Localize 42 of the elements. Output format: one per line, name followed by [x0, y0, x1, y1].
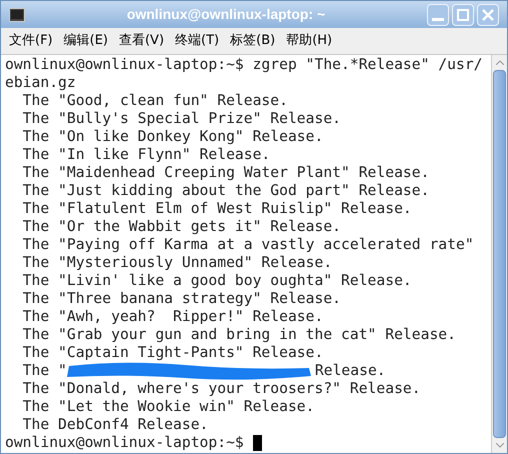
terminal-line: ownlinux@ownlinux-laptop:~$: [5, 434, 245, 452]
scroll-down-icon: [496, 443, 504, 448]
terminal-line: The "Donald, where's your troosers?" Release.: [22, 380, 421, 398]
terminal-line: The "Just kidding about the God part" Release.: [22, 182, 430, 200]
terminal-line: The "Or the Wabbit gets it" Release.: [22, 218, 342, 236]
terminal-line: ownlinux@ownlinux-laptop:~$ zgrep "The.*Release" /usr/: [5, 56, 483, 74]
terminal-line: The ": [22, 362, 67, 380]
close-icon: [482, 8, 494, 20]
text-cursor: [252, 435, 262, 451]
terminal-line: The "Grab your gun and bring in the cat" Release.: [22, 326, 456, 344]
terminal-line: The "Three banana strategy" Release.: [22, 290, 342, 308]
terminal-line: The "Flatulent Elm of West Ruislip" Release.: [22, 200, 412, 218]
scrollbar[interactable]: [491, 55, 507, 453]
terminal-line: ebian.gz: [5, 74, 76, 92]
terminal-line: The "Captain Tight-Pants" Release.: [22, 344, 324, 362]
terminal-line: The "Livin' like a good boy oughta" Release.: [22, 272, 412, 290]
window-title: ownlinux@ownlinux-laptop: ~: [126, 5, 326, 24]
minimize-icon: [432, 18, 444, 20]
terminal-line: The "On like Donkey Kong" Release.: [22, 128, 324, 146]
terminal-line: The "Mysteriously Unnamed" Release.: [22, 254, 332, 272]
minimize-button[interactable]: [427, 4, 449, 26]
menu-item[interactable]: 查看(V): [118, 31, 164, 51]
scroll-up-icon: [496, 60, 504, 65]
terminal-line: The "In like Flynn" Release.: [22, 146, 270, 164]
menu-item[interactable]: 编辑(E): [64, 31, 108, 51]
scrollbar-thumb[interactable]: [493, 70, 506, 438]
menu-item[interactable]: 终端(T): [175, 31, 220, 51]
terminal-icon: [9, 8, 25, 22]
maximize-button[interactable]: [452, 4, 474, 26]
terminal-line: The DebConf4 Release.: [22, 416, 208, 434]
close-button[interactable]: [477, 4, 499, 26]
menu-item[interactable]: 标签(B): [230, 31, 276, 51]
terminal-line: The "Maidenhead Creeping Water Plant" Release.: [22, 164, 430, 182]
terminal-line: Release.: [314, 362, 386, 380]
maximize-icon: [457, 8, 469, 20]
terminal-line: The "Paying off Karma at a vastly accelerated rate": [22, 236, 474, 254]
terminal-line: The "Good, clean fun" Release.: [22, 92, 288, 110]
menu-item[interactable]: 帮助(H): [286, 31, 332, 51]
terminal-line: The "Bully's Special Prize" Release.: [22, 110, 342, 128]
menu-item[interactable]: 文件(F): [9, 31, 53, 51]
terminal-line: The "Awh, yeah? Ripper!" Release.: [22, 308, 324, 326]
terminal-line: The "Let the Wookie win" Release.: [22, 398, 314, 416]
